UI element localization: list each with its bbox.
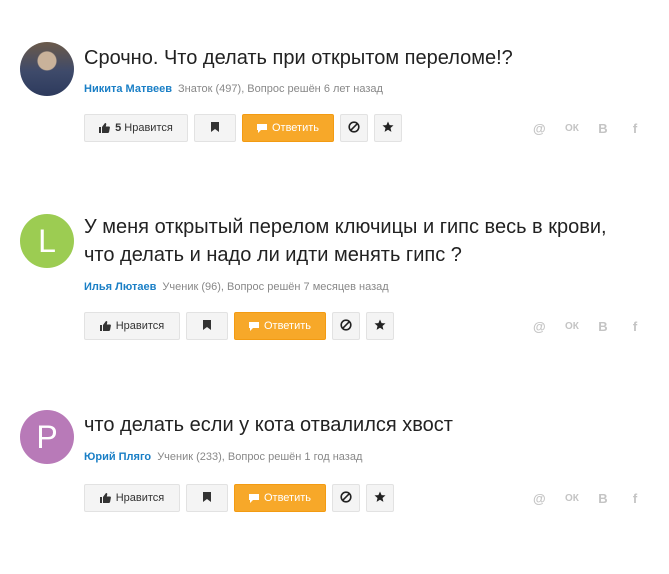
like-button[interactable]: Нравится — [84, 484, 180, 512]
like-button[interactable]: Нравится — [84, 312, 180, 340]
favorite-button[interactable] — [374, 114, 402, 142]
avatar[interactable] — [20, 42, 74, 96]
star-icon — [382, 121, 394, 136]
author-link[interactable]: Юрий Пляго — [84, 451, 151, 463]
avatar-letter: L — [38, 222, 56, 259]
ok-share-icon[interactable]: ОК — [565, 123, 579, 134]
author-link[interactable]: Никита Матвеев — [84, 83, 172, 95]
thumbs-up-icon — [99, 493, 111, 503]
avatar[interactable]: L — [20, 214, 74, 268]
favorite-button[interactable] — [366, 312, 394, 340]
ok-share-icon[interactable]: ОК — [565, 321, 579, 332]
answer-button[interactable]: Ответить — [234, 484, 326, 512]
report-button[interactable] — [332, 484, 360, 512]
share-bar: @ ОК В f — [533, 484, 641, 512]
bookmark-button[interactable] — [186, 484, 228, 512]
meta-text: Знаток (497), Вопрос решён 6 лет назад — [178, 83, 383, 95]
answer-label: Ответить — [263, 492, 312, 504]
meta-text: Ученик (233), Вопрос решён 1 год назад — [157, 451, 363, 463]
mail-share-icon[interactable]: @ — [533, 491, 546, 506]
report-button[interactable] — [340, 114, 368, 142]
question-title[interactable]: Срочно. Что делать при открытом переломе… — [84, 44, 639, 72]
ok-share-icon[interactable]: ОК — [565, 493, 579, 504]
report-button[interactable] — [332, 312, 360, 340]
action-bar: Нравится Ответить — [84, 312, 394, 340]
block-icon — [340, 318, 352, 334]
vk-share-icon[interactable]: В — [597, 491, 609, 506]
like-button[interactable]: 5 Нравится — [84, 114, 188, 142]
share-bar: @ ОК В f — [533, 312, 641, 340]
like-label: Нравится — [115, 320, 165, 332]
answer-button[interactable]: Ответить — [234, 312, 326, 340]
avatar[interactable]: P — [20, 410, 74, 464]
answer-label: Ответить — [271, 122, 320, 134]
meta-text: Ученик (96), Вопрос решён 7 месяцев наза… — [162, 281, 389, 293]
bookmark-button[interactable] — [194, 114, 236, 142]
block-icon — [340, 490, 352, 506]
star-icon — [374, 491, 386, 506]
question-title[interactable]: что делать если у кота отвалился хвост — [84, 411, 639, 439]
question-title[interactable]: У меня открытый перелом ключицы и гипс в… — [84, 213, 639, 269]
vk-share-icon[interactable]: В — [597, 121, 609, 136]
facebook-share-icon[interactable]: f — [629, 319, 641, 334]
mail-share-icon[interactable]: @ — [533, 121, 546, 136]
star-icon — [374, 319, 386, 334]
bookmark-icon — [211, 121, 219, 135]
comment-icon — [248, 493, 259, 503]
facebook-share-icon[interactable]: f — [629, 121, 641, 136]
bookmark-icon — [203, 319, 211, 333]
comment-icon — [248, 321, 259, 331]
block-icon — [348, 120, 360, 136]
answer-label: Ответить — [263, 320, 312, 332]
question-meta: Юрий Пляго Ученик (233), Вопрос решён 1 … — [84, 451, 362, 463]
like-label: Нравится — [115, 492, 165, 504]
facebook-share-icon[interactable]: f — [629, 491, 641, 506]
favorite-button[interactable] — [366, 484, 394, 512]
thumbs-up-icon — [99, 321, 111, 331]
thumbs-up-icon — [99, 123, 111, 133]
author-link[interactable]: Илья Лютаев — [84, 281, 156, 293]
answer-button[interactable]: Ответить — [242, 114, 334, 142]
like-count: 5 — [115, 122, 122, 134]
action-bar: Нравится Ответить — [84, 484, 394, 512]
comment-icon — [256, 123, 267, 133]
bookmark-button[interactable] — [186, 312, 228, 340]
vk-share-icon[interactable]: В — [597, 319, 609, 334]
avatar-letter: P — [36, 418, 58, 455]
bookmark-icon — [203, 491, 211, 505]
question-meta: Илья Лютаев Ученик (96), Вопрос решён 7 … — [84, 281, 389, 293]
action-bar: 5 Нравится Ответить — [84, 114, 402, 142]
like-label: Нравится — [124, 122, 173, 134]
question-meta: Никита Матвеев Знаток (497), Вопрос решё… — [84, 83, 383, 95]
share-bar: @ ОК В f — [533, 114, 641, 142]
mail-share-icon[interactable]: @ — [533, 319, 546, 334]
